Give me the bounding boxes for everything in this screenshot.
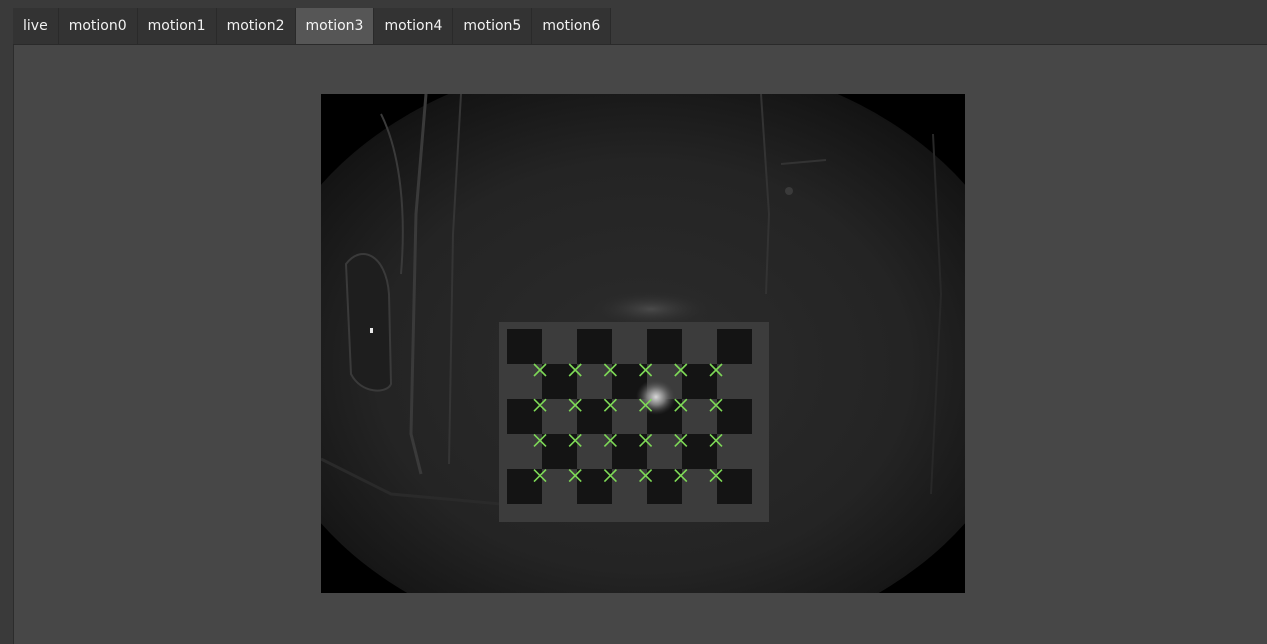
tab-motion1[interactable]: motion1 (137, 8, 217, 44)
tab-live[interactable]: live (13, 8, 59, 44)
checker-square (682, 434, 717, 469)
checker-square (507, 469, 542, 504)
checker-square (507, 329, 542, 364)
camera-image-canvas (321, 94, 965, 593)
checker-square (507, 399, 542, 434)
checker-square (577, 329, 612, 364)
checker-square (612, 434, 647, 469)
checker-square (542, 364, 577, 399)
checker-square (717, 399, 752, 434)
app-window: live motion0 motion1 motion2 motion3 mot… (0, 0, 1267, 644)
tab-motion0[interactable]: motion0 (58, 8, 138, 44)
camera-image (321, 94, 965, 593)
checker-square (542, 434, 577, 469)
checker-square (647, 329, 682, 364)
checker-square (577, 399, 612, 434)
checker-square (717, 329, 752, 364)
checker-square (577, 469, 612, 504)
tab-motion5[interactable]: motion5 (453, 8, 533, 44)
tab-motion6[interactable]: motion6 (532, 8, 612, 44)
tab-motion3[interactable]: motion3 (295, 8, 375, 44)
tab-motion2[interactable]: motion2 (216, 8, 296, 44)
tab-motion4[interactable]: motion4 (374, 8, 454, 44)
checker-square (647, 469, 682, 504)
checker-square (682, 364, 717, 399)
tab-bar: live motion0 motion1 motion2 motion3 mot… (13, 8, 612, 44)
checker-square (717, 469, 752, 504)
